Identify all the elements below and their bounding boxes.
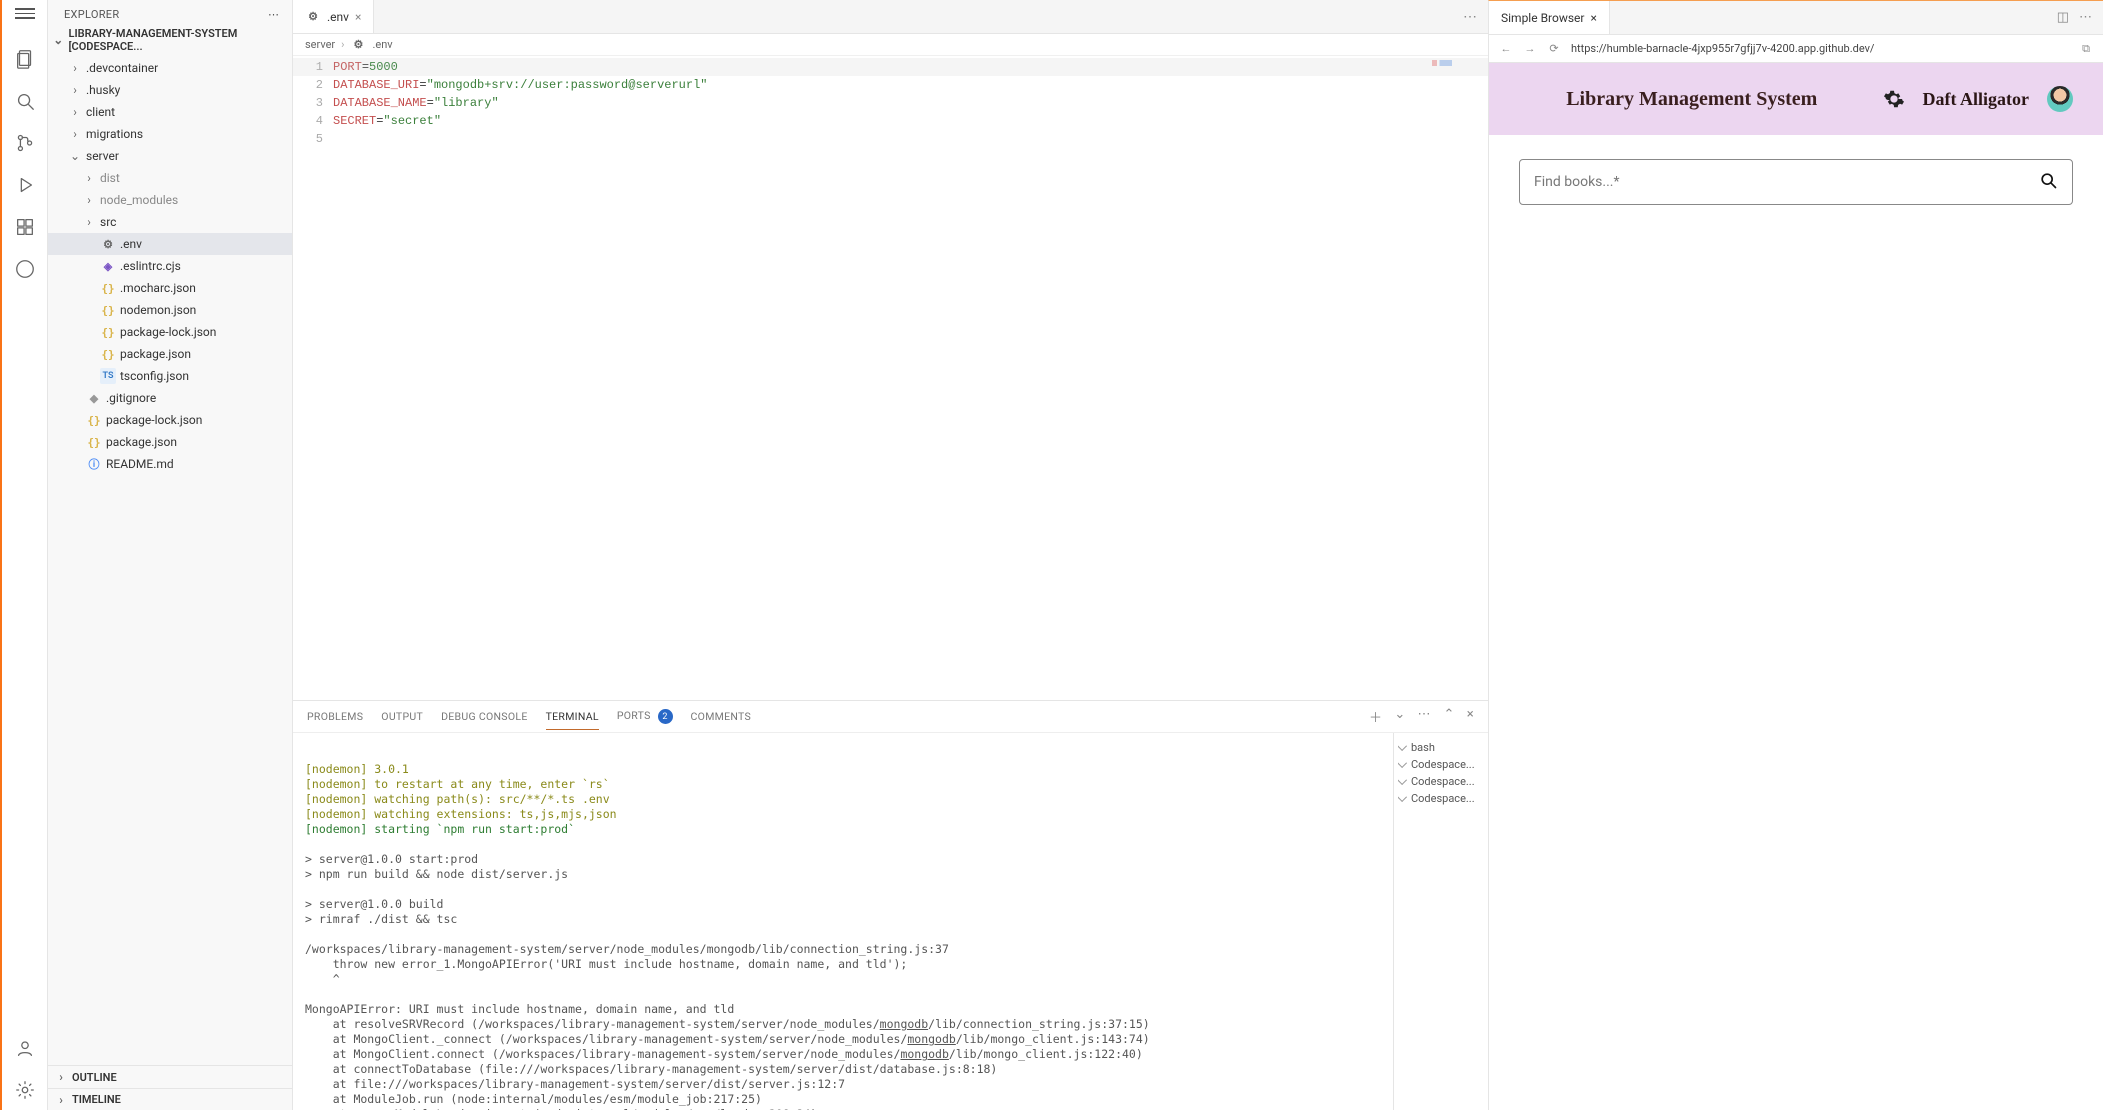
settings-gear-icon[interactable] (13, 1078, 37, 1102)
browser-toolbar: ← → ⟳ https://humble-barnacle-4jxp955r7g… (1489, 35, 2103, 63)
explorer-more-icon[interactable]: ⋯ (268, 8, 280, 21)
panel-tab-ports[interactable]: PORTS 2 (617, 709, 673, 725)
bash-icon (1400, 792, 1407, 805)
explorer-sidebar: EXPLORER ⋯ ⌄ LIBRARY-MANAGEMENT-SYSTEM [… (48, 0, 293, 1110)
file-env[interactable]: ⚙.env (48, 233, 292, 255)
page-header: Library Management System Daft Alligator (1489, 63, 2103, 135)
file-readme[interactable]: ⓘREADME.md (48, 453, 292, 475)
folder-server[interactable]: ⌄server (48, 145, 292, 167)
browser-tab-bar: Simple Browser × ◫ ⋯ (1489, 1, 2103, 35)
search-icon[interactable] (2038, 170, 2058, 195)
browser-tab-label: Simple Browser (1501, 11, 1584, 25)
avatar[interactable] (2047, 86, 2073, 112)
search-books-input[interactable]: Find books...* (1519, 159, 2073, 205)
split-editor-icon[interactable]: ◫ (2057, 10, 2069, 25)
terminal-list: bash Codespace... Codespace... Codespace… (1393, 733, 1488, 1110)
editor-tab-label: .env (327, 10, 349, 24)
terminal-item-codespace-1[interactable]: Codespace... (1398, 756, 1484, 773)
terminal-item-bash[interactable]: bash (1398, 739, 1484, 756)
project-root[interactable]: ⌄ LIBRARY-MANAGEMENT-SYSTEM [CODESPACE..… (48, 25, 292, 55)
accounts-icon[interactable] (13, 1036, 37, 1060)
settings-gear-icon[interactable] (1883, 88, 1905, 110)
browser-forward-icon[interactable]: → (1523, 42, 1537, 55)
panel-tabs: PROBLEMS OUTPUT DEBUG CONSOLE TERMINAL P… (293, 701, 1488, 733)
panel-tab-terminal[interactable]: TERMINAL (546, 710, 599, 730)
editor-group: ⚙ .env × ⋯ server › ⚙ .env 1 2 3 4 5 POR… (293, 0, 1488, 1110)
browser-more-icon[interactable]: ⋯ (2079, 10, 2093, 25)
file-nodemon[interactable]: {}nodemon.json (48, 299, 292, 321)
bottom-panel: PROBLEMS OUTPUT DEBUG CONSOLE TERMINAL P… (293, 700, 1488, 1110)
simple-browser-pane: Simple Browser × ◫ ⋯ ← → ⟳ https://humbl… (1488, 0, 2103, 1110)
browser-tab[interactable]: Simple Browser × (1489, 1, 1610, 34)
editor-more-icon[interactable]: ⋯ (1463, 9, 1478, 25)
ports-count-badge: 2 (658, 709, 673, 724)
bash-icon (1400, 758, 1407, 771)
panel-more-icon[interactable]: ⋯ (1418, 707, 1432, 726)
panel-maximize-icon[interactable]: ⌃ (1444, 707, 1455, 726)
editor-body[interactable]: 1 2 3 4 5 PORT=5000 DATABASE_URI="mongod… (293, 56, 1488, 700)
terminal-item-codespace-3[interactable]: Codespace... (1398, 790, 1484, 807)
panel-tab-debug-console[interactable]: DEBUG CONSOLE (441, 710, 528, 723)
split-terminal-icon[interactable]: ⌄ (1394, 707, 1405, 726)
gear-icon: ⚙ (350, 37, 366, 53)
folder-client[interactable]: ›client (48, 101, 292, 123)
browser-back-icon[interactable]: ← (1499, 42, 1513, 55)
folder-node-modules[interactable]: ›node_modules (48, 189, 292, 211)
terminal-output[interactable]: [nodemon] 3.0.1 [nodemon] to restart at … (293, 733, 1393, 1110)
file-eslintrc[interactable]: ◈.eslintrc.cjs (48, 255, 292, 277)
gear-icon: ⚙ (305, 9, 321, 25)
explorer-icon[interactable] (13, 47, 37, 71)
panel-tab-problems[interactable]: PROBLEMS (307, 710, 363, 723)
folder-devcontainer[interactable]: ›.devcontainer (48, 57, 292, 79)
minimap[interactable] (1432, 60, 1482, 66)
new-terminal-icon[interactable]: ＋ (1369, 707, 1382, 726)
editor-tab-bar: ⚙ .env × ⋯ (293, 0, 1488, 34)
breadcrumbs[interactable]: server › ⚙ .env (293, 34, 1488, 56)
project-root-label: LIBRARY-MANAGEMENT-SYSTEM [CODESPACE... (69, 27, 289, 53)
bash-icon (1400, 775, 1407, 788)
breadcrumb-server[interactable]: server (305, 38, 335, 51)
file-tree: ›.devcontainer ›.husky ›client ›migratio… (48, 55, 292, 1065)
timeline-section[interactable]: ›TIMELINE (48, 1088, 292, 1110)
file-package[interactable]: {}package.json (48, 343, 292, 365)
explorer-label: EXPLORER (64, 8, 119, 21)
file-tsconfig[interactable]: TStsconfig.json (48, 365, 292, 387)
browser-reload-icon[interactable]: ⟳ (1547, 42, 1561, 55)
search-placeholder: Find books...* (1534, 174, 2028, 190)
username[interactable]: Daft Alligator (1923, 89, 2029, 110)
source-control-icon[interactable] (13, 131, 37, 155)
breadcrumb-file[interactable]: .env (372, 38, 392, 51)
file-mocharc[interactable]: {}.mocharc.json (48, 277, 292, 299)
open-external-icon[interactable]: ⧉ (2079, 42, 2093, 56)
folder-migrations[interactable]: ›migrations (48, 123, 292, 145)
panel-close-icon[interactable]: × (1467, 707, 1474, 726)
outline-section[interactable]: ›OUTLINE (48, 1066, 292, 1088)
hamburger-menu-icon[interactable] (15, 8, 35, 19)
activity-bar (2, 0, 48, 1110)
page-title: Library Management System (1519, 88, 1865, 111)
browser-url[interactable]: https://humble-barnacle-4jxp955r7gfjj7v-… (1571, 42, 2069, 55)
folder-husky[interactable]: ›.husky (48, 79, 292, 101)
file-root-packagelock[interactable]: {}package-lock.json (48, 409, 292, 431)
editor-tab-env[interactable]: ⚙ .env × (293, 0, 374, 33)
extensions-icon[interactable] (13, 215, 37, 239)
search-icon[interactable] (13, 89, 37, 113)
run-debug-icon[interactable] (13, 173, 37, 197)
panel-tab-comments[interactable]: COMMENTS (691, 710, 752, 723)
close-icon[interactable]: × (1590, 11, 1596, 25)
file-gitignore[interactable]: ◆.gitignore (48, 387, 292, 409)
folder-dist[interactable]: ›dist (48, 167, 292, 189)
panel-tab-output[interactable]: OUTPUT (381, 710, 423, 723)
github-icon[interactable] (13, 257, 37, 281)
file-root-package[interactable]: {}package.json (48, 431, 292, 453)
browser-page: Library Management System Daft Alligator… (1489, 63, 2103, 1110)
bash-icon (1400, 741, 1407, 754)
folder-src[interactable]: ›src (48, 211, 292, 233)
terminal-item-codespace-2[interactable]: Codespace... (1398, 773, 1484, 790)
file-packagelock[interactable]: {}package-lock.json (48, 321, 292, 343)
close-icon[interactable]: × (355, 10, 361, 24)
